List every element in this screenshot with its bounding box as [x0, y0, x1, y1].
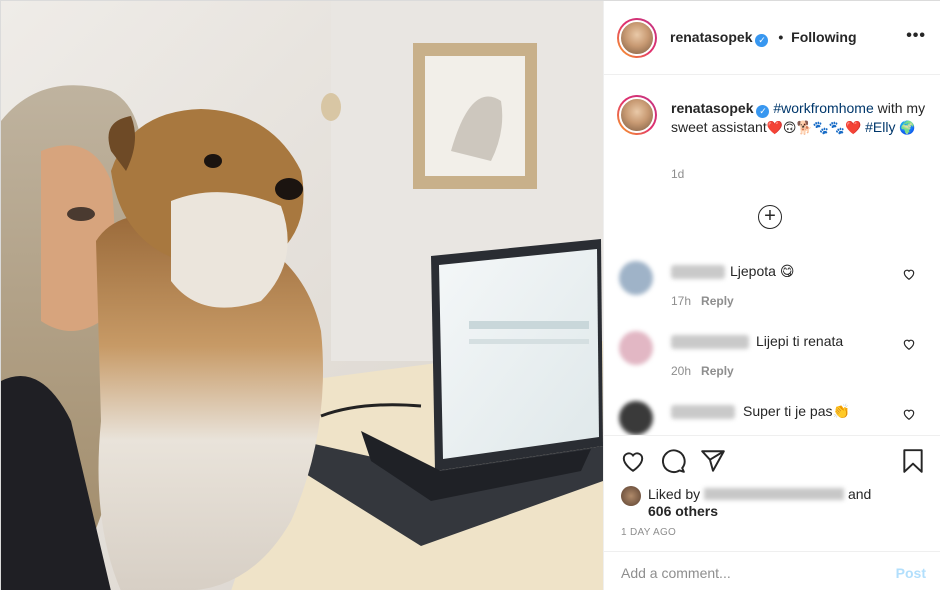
- author-username[interactable]: renatasopek: [670, 29, 752, 45]
- author-avatar[interactable]: [617, 18, 657, 58]
- comment-time[interactable]: 17h: [671, 294, 691, 308]
- comment-input[interactable]: Add a comment...: [621, 565, 731, 581]
- comment-item: Ljepota 😋 17h Reply: [604, 261, 940, 321]
- comment-item: Lijepi ti renata 20h Reply: [604, 331, 940, 391]
- header-username-row: renatasopek ✓ • Following: [670, 29, 857, 47]
- speech-bubble-icon[interactable]: [660, 448, 686, 474]
- commenter-avatar[interactable]: [619, 401, 653, 435]
- comments-scroll-area[interactable]: renatasopek ✓ #workfromhome with my sweet…: [604, 75, 940, 435]
- commenter-avatar[interactable]: [619, 261, 653, 295]
- more-options-icon[interactable]: •••: [906, 27, 926, 45]
- post-date[interactable]: 1 DAY AGO: [621, 527, 676, 538]
- paper-plane-icon[interactable]: [700, 448, 726, 474]
- comment-text: Ljepota 😋: [730, 263, 795, 279]
- post-header: renatasopek ✓ • Following •••: [604, 1, 940, 75]
- photo-illustration: [1, 1, 603, 590]
- post-side-panel: renatasopek ✓ • Following ••• renatasopek…: [603, 1, 940, 590]
- caption-emojis: ❤️🙃🐕🐾🐾❤️: [766, 120, 862, 135]
- commenter-username-blurred[interactable]: [671, 265, 725, 279]
- verified-badge-icon: ✓: [756, 105, 770, 118]
- hashtag-link[interactable]: #workfromhome: [773, 100, 873, 116]
- comment-text: Super ti je pas👏: [743, 403, 850, 419]
- caption-author-avatar[interactable]: [617, 95, 657, 135]
- liker-username-blurred[interactable]: [704, 488, 845, 500]
- hashtag-link[interactable]: #Elly: [865, 119, 895, 135]
- add-comment-bar: Add a comment... Post: [604, 551, 940, 590]
- bookmark-icon[interactable]: [900, 448, 926, 474]
- post-photo[interactable]: [1, 1, 603, 590]
- comment-meta: 17h Reply: [671, 294, 734, 308]
- comment-like-heart-icon[interactable]: [902, 407, 916, 421]
- separator-dot: •: [778, 29, 784, 45]
- liked-by-prefix: Liked by: [648, 486, 701, 502]
- post-comment-button[interactable]: Post: [896, 565, 926, 581]
- heart-outline-icon[interactable]: [620, 448, 646, 474]
- comment-like-heart-icon[interactable]: [902, 267, 916, 281]
- comment-like-heart-icon[interactable]: [902, 337, 916, 351]
- comment-text: Lijepi ti renata: [756, 333, 844, 349]
- comment-item: Super ti je pas👏: [604, 401, 940, 435]
- load-more-comments-icon[interactable]: +: [758, 205, 782, 229]
- likes-others-link[interactable]: 606 others: [648, 503, 718, 519]
- likes-and: and: [847, 486, 872, 502]
- liker-avatar[interactable]: [621, 486, 641, 506]
- reply-button[interactable]: Reply: [701, 294, 734, 308]
- verified-badge-icon: ✓: [755, 34, 769, 47]
- following-button[interactable]: Following: [791, 29, 856, 45]
- globe-emoji: 🌍: [899, 120, 916, 135]
- commenter-username-blurred[interactable]: [671, 405, 735, 419]
- commenter-avatar[interactable]: [619, 331, 653, 365]
- caption-text: renatasopek ✓ #workfromhome with my sweet…: [671, 99, 927, 137]
- caption-username[interactable]: renatasopek: [671, 100, 753, 116]
- commenter-username-blurred[interactable]: [671, 335, 749, 349]
- comment-meta: 20h Reply: [671, 364, 734, 378]
- comment-time[interactable]: 20h: [671, 364, 691, 378]
- post-actions: Liked by and 606 others 1 DAY AGO Add a …: [604, 435, 940, 590]
- instagram-post-modal: renatasopek ✓ • Following ••• renatasopek…: [0, 0, 940, 590]
- caption-timestamp[interactable]: 1d: [671, 167, 684, 181]
- likes-summary: Liked by and 606 others: [648, 486, 928, 520]
- reply-button[interactable]: Reply: [701, 364, 734, 378]
